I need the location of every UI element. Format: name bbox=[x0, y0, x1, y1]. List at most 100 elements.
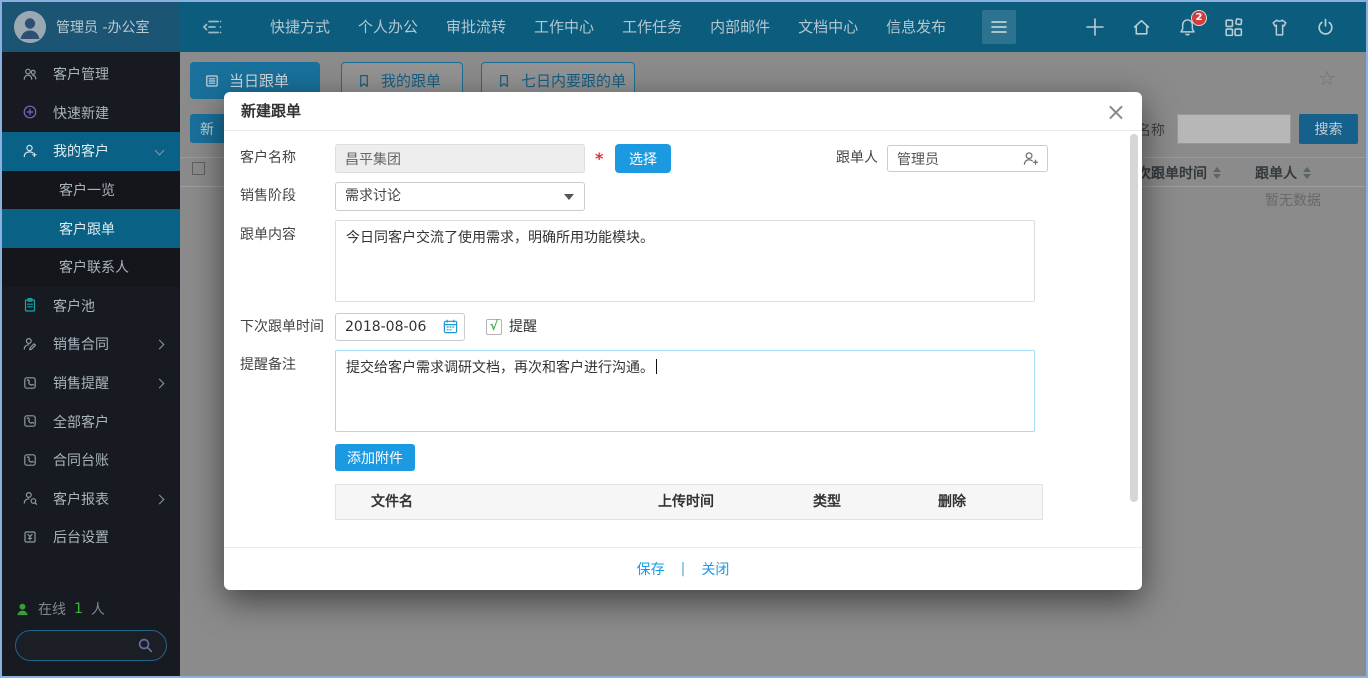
settings-icon bbox=[22, 529, 39, 546]
close-icon[interactable]: × bbox=[1106, 96, 1126, 128]
sidebar-item-label: 后台设置 bbox=[53, 530, 109, 547]
attachment-table-header: 文件名 上传时间 类型 删除 bbox=[335, 484, 1043, 520]
attachment-col-2: 上传时间 bbox=[658, 494, 714, 510]
modal-title: 新建跟单 bbox=[224, 92, 1142, 131]
add-icon[interactable] bbox=[1084, 16, 1106, 38]
sidebar-search-input[interactable] bbox=[15, 630, 167, 661]
close-button[interactable]: 关闭 bbox=[701, 559, 729, 579]
sales-stage-value: 需求讨论 bbox=[345, 188, 401, 204]
theme-shirt-icon[interactable] bbox=[1269, 17, 1290, 38]
sidebar-item-4[interactable]: 客户一览 bbox=[2, 170, 180, 210]
sidebar-item-2[interactable]: 快速新建 bbox=[2, 94, 180, 133]
online-label: 在线 bbox=[38, 602, 66, 618]
remind-remark-textarea[interactable]: 提交给客户需求调研文档，再次和客户进行沟通。 bbox=[335, 350, 1035, 432]
customer-name-input[interactable] bbox=[335, 144, 585, 173]
sidebar-item-6[interactable]: 客户联系人 bbox=[2, 247, 180, 287]
nav-item-2[interactable]: 个人办公 bbox=[344, 2, 432, 52]
sidebar-item-5[interactable]: 客户跟单 bbox=[2, 209, 180, 248]
chevron-right-icon bbox=[154, 494, 165, 504]
remind-checkbox[interactable]: √ bbox=[486, 319, 502, 335]
search-icon bbox=[137, 637, 154, 658]
sidebar-item-11[interactable]: 合同台账 bbox=[2, 441, 180, 480]
sidebar-item-3[interactable]: 我的客户 bbox=[2, 132, 180, 171]
sort-desc-icon bbox=[1213, 174, 1221, 179]
save-button[interactable]: 保存 bbox=[637, 559, 665, 579]
user-avatar-icon bbox=[14, 11, 46, 43]
sidebar-item-8[interactable]: 销售合同 bbox=[2, 325, 180, 364]
add-attachment-button[interactable]: 添加附件 bbox=[335, 444, 415, 471]
home-icon[interactable] bbox=[1131, 17, 1152, 38]
nav-item-6[interactable]: 内部邮件 bbox=[696, 2, 784, 52]
remind-label: 提醒 bbox=[509, 319, 537, 335]
sidebar-collapse-icon[interactable] bbox=[202, 18, 224, 36]
sidebar-item-1[interactable]: 客户管理 bbox=[2, 55, 180, 94]
sidebar-item-7[interactable]: 客户池 bbox=[2, 287, 180, 326]
sidebar-item-12[interactable]: 客户报表 bbox=[2, 480, 180, 519]
power-logout-icon[interactable] bbox=[1315, 17, 1336, 38]
column-header-2[interactable]: 跟单人 bbox=[1255, 163, 1311, 183]
footer-divider: | bbox=[680, 561, 686, 577]
bookmark-icon bbox=[496, 73, 512, 89]
favorite-star-icon[interactable]: ☆ bbox=[1318, 66, 1336, 90]
select-all-checkbox[interactable] bbox=[192, 162, 205, 175]
nav-item-7[interactable]: 文档中心 bbox=[784, 2, 872, 52]
follow-content-textarea[interactable]: 今日同客户交流了使用需求，明确所用功能模块。 bbox=[335, 220, 1035, 302]
sort-desc-icon bbox=[1303, 174, 1311, 179]
sidebar-item-label: 客户报表 bbox=[53, 491, 109, 508]
follower-label: 跟单人 bbox=[836, 150, 878, 166]
empty-data-text: 暂无数据 bbox=[1265, 193, 1321, 209]
bookmark-icon bbox=[356, 73, 372, 89]
sales-stage-label: 销售阶段 bbox=[240, 188, 296, 204]
sidebar-item-10[interactable]: 全部客户 bbox=[2, 402, 180, 441]
sidebar-item-label: 我的客户 bbox=[53, 144, 109, 161]
sales-stage-select[interactable]: 需求讨论 bbox=[335, 182, 585, 211]
sidebar-item-label: 合同台账 bbox=[53, 453, 109, 470]
new-follow-button[interactable]: 新 bbox=[190, 114, 224, 143]
column-header-1[interactable]: 次跟单时间 bbox=[1137, 163, 1221, 183]
nav-item-8[interactable]: 信息发布 bbox=[872, 2, 960, 52]
apps-grid-icon[interactable] bbox=[1223, 17, 1244, 38]
phone-icon bbox=[22, 413, 39, 430]
more-menu-icon[interactable] bbox=[982, 10, 1017, 44]
topbar-action-icons: 2 bbox=[1084, 9, 1366, 38]
tab-label: 我的跟单 bbox=[381, 72, 442, 90]
notifications-bell-icon[interactable]: 2 bbox=[1177, 9, 1207, 38]
report-icon bbox=[22, 490, 39, 507]
nav-item-5[interactable]: 工作任务 bbox=[608, 2, 696, 52]
filter-name-input[interactable] bbox=[1177, 114, 1291, 144]
sort-icon bbox=[1213, 167, 1221, 179]
user-icon bbox=[22, 143, 39, 160]
current-user-label: 管理员 -办公室 bbox=[56, 20, 150, 36]
clipboard-icon bbox=[22, 297, 39, 314]
sidebar-item-13[interactable]: 后台设置 bbox=[2, 518, 180, 557]
calendar-icon[interactable] bbox=[442, 318, 1135, 339]
attachment-col-4: 删除 bbox=[938, 494, 966, 510]
top-nav: 快捷方式 个人办公 审批流转 工作中心 工作任务 内部邮件 文档中心 信息发布 bbox=[256, 2, 960, 52]
add-person-icon[interactable] bbox=[1022, 150, 1039, 171]
remind-remark-text: 提交给客户需求调研文档，再次和客户进行沟通。 bbox=[346, 360, 654, 376]
topbar-user-area[interactable]: 管理员 -办公室 bbox=[2, 2, 180, 52]
sidebar-item-label: 客户一览 bbox=[59, 183, 115, 200]
nav-item-4[interactable]: 工作中心 bbox=[520, 2, 608, 52]
chevron-right-icon bbox=[154, 378, 165, 389]
sort-icon bbox=[1303, 167, 1311, 179]
chevron-down-icon bbox=[564, 194, 574, 200]
sidebar-item-label: 快速新建 bbox=[53, 105, 109, 122]
sidebar: 客户管理快速新建我的客户客户一览客户跟单 客户联系人 客户池销售合同销售提醒 全部客户… bbox=[2, 52, 180, 676]
column-header-label: 次跟单时间 bbox=[1137, 166, 1207, 182]
nav-item-1[interactable]: 快捷方式 bbox=[256, 2, 344, 52]
phone-icon bbox=[22, 452, 39, 469]
search-button[interactable]: 搜索 bbox=[1299, 114, 1358, 144]
modal-scrollbar[interactable] bbox=[1130, 134, 1138, 502]
sidebar-item-label: 销售合同 bbox=[53, 337, 109, 354]
choose-customer-button[interactable]: 选择 bbox=[615, 144, 671, 173]
sidebar-bottom: 在线 1 人 bbox=[2, 597, 180, 661]
sidebar-item-9[interactable]: 销售提醒 bbox=[2, 364, 180, 403]
table-column-headers: 次跟单时间 跟单人 bbox=[1137, 163, 1311, 183]
sidebar-menu: 客户管理快速新建我的客户客户一览客户跟单 客户联系人 客户池销售合同销售提醒 全部客户… bbox=[2, 52, 180, 557]
nav-item-3[interactable]: 审批流转 bbox=[432, 2, 520, 52]
people-icon bbox=[22, 66, 39, 83]
page: 管理员 -办公室 快捷方式 个人办公 审批流转 工作中心 工作任务 内部邮件 文档中心 信息发… bbox=[0, 0, 1368, 678]
notification-badge: 2 bbox=[1191, 9, 1207, 26]
online-suffix: 人 bbox=[90, 602, 105, 618]
